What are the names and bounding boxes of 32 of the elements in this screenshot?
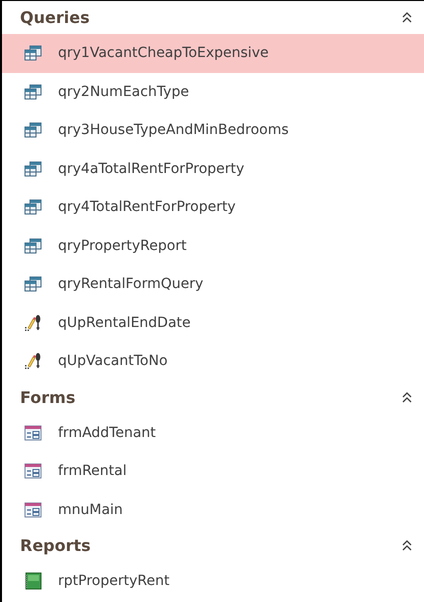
navigation-item[interactable]: qUpVacantToNo [2, 342, 424, 380]
collapse-icon[interactable] [402, 539, 412, 552]
group-title: Queries [20, 8, 90, 27]
form-icon [24, 502, 42, 518]
pencil-icon [24, 314, 42, 332]
report-icon [24, 572, 42, 590]
query-icon [24, 238, 42, 254]
navigation-item[interactable]: qry2NumEachType [2, 72, 424, 111]
collapse-icon[interactable] [402, 390, 412, 404]
pencil-icon [24, 352, 42, 370]
collapse-icon[interactable] [402, 11, 412, 24]
form-icon [24, 463, 42, 480]
navigation-item[interactable]: frmAddTenant [2, 414, 424, 452]
query-icon [24, 276, 42, 292]
navigation-item[interactable]: frmRental [2, 452, 424, 490]
navigation-item[interactable]: qryPropertyReport [2, 226, 424, 265]
navigation-item[interactable]: qry4TotalRentForProperty [2, 188, 424, 226]
navigation-item[interactable]: qryRentalFormQuery [2, 265, 424, 304]
query-icon [24, 199, 42, 216]
navigation-item[interactable]: qUpRentalEndDate [2, 304, 424, 342]
navigation-item[interactable]: rptPropertyRent [2, 562, 424, 600]
query-icon [24, 160, 42, 177]
query-icon [24, 84, 42, 100]
query-icon [24, 122, 42, 138]
navigation-item[interactable]: qry1VacantCheapToExpensive [2, 34, 424, 72]
navigation-item[interactable]: qry3HouseTypeAndMinBedrooms [2, 111, 424, 150]
group-title: Forms [20, 388, 76, 406]
navigation-item[interactable]: mnuMain [2, 490, 424, 529]
query-icon [24, 45, 42, 62]
group-title: Reports [20, 536, 91, 555]
form-icon [24, 424, 42, 441]
navigation-item[interactable]: qry4aTotalRentForProperty [2, 150, 424, 188]
